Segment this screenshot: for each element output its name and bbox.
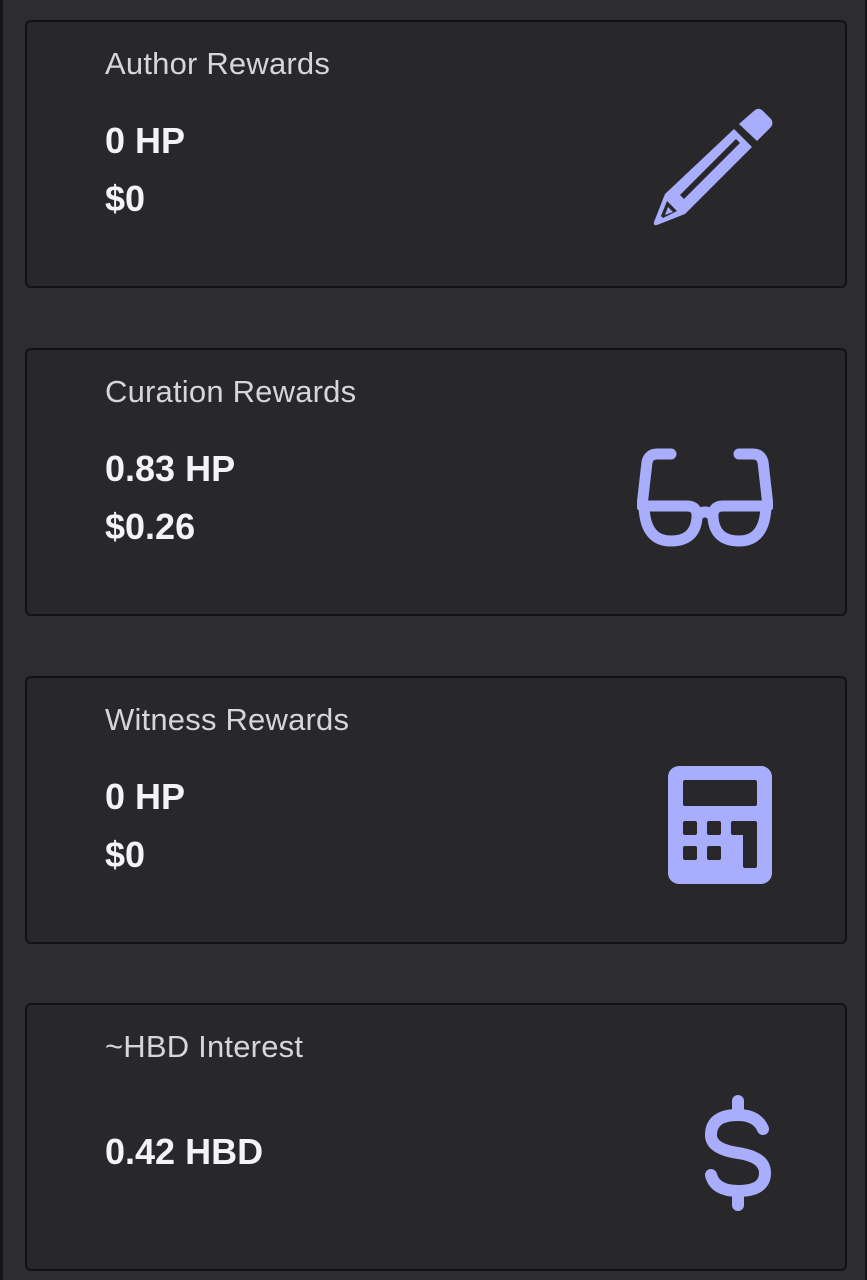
rewards-panel: Author Rewards 0 HP $0 Curation Rewards … <box>0 0 867 1280</box>
hbd-value: 0.42 HBD <box>105 1131 264 1172</box>
dollar-icon <box>705 1095 771 1211</box>
card-title: Author Rewards <box>105 46 331 81</box>
card-title: Witness Rewards <box>105 702 350 737</box>
usd-value: $0 <box>105 178 146 219</box>
usd-value: $0.26 <box>105 506 196 547</box>
hp-value: 0.83 HP <box>105 448 236 489</box>
calculator-icon <box>668 766 772 884</box>
card-title: Curation Rewards <box>105 374 357 409</box>
card-title: ~HBD Interest <box>105 1029 304 1064</box>
hbd-interest-card: ~HBD Interest 0.42 HBD <box>25 1003 847 1271</box>
hp-value: 0 HP <box>105 120 186 161</box>
hp-value: 0 HP <box>105 776 186 817</box>
pencil-icon <box>653 108 773 226</box>
witness-rewards-card: Witness Rewards 0 HP $0 <box>25 676 847 944</box>
curation-rewards-card: Curation Rewards 0.83 HP $0.26 <box>25 348 847 616</box>
usd-value: $0 <box>105 834 146 875</box>
author-rewards-card: Author Rewards 0 HP $0 <box>25 20 847 288</box>
glasses-icon <box>637 448 773 547</box>
